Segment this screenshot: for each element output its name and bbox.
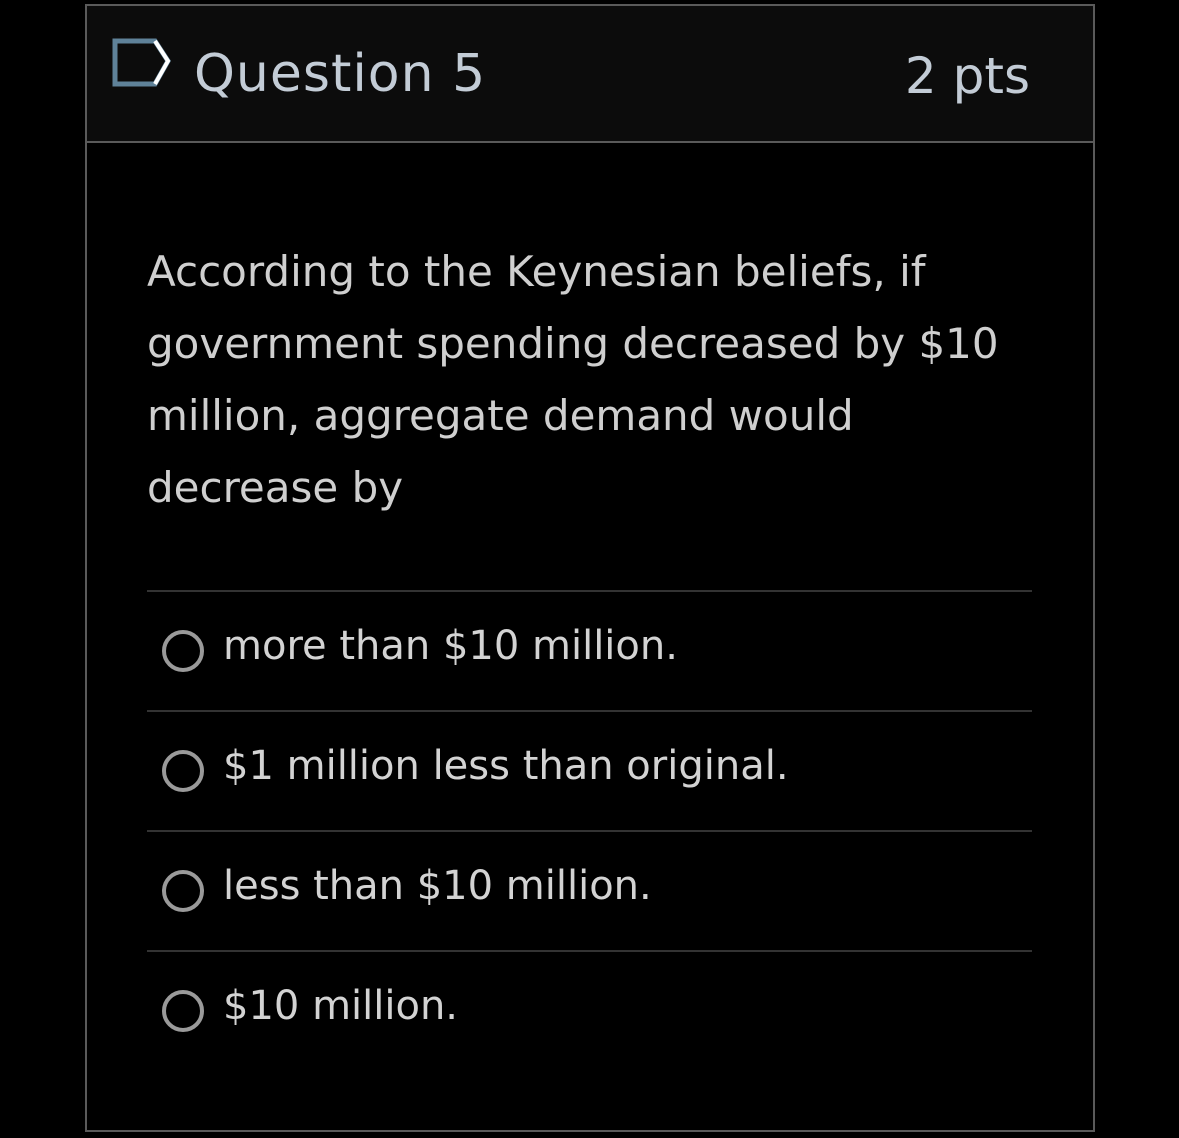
question-title: Question 5 — [194, 44, 487, 104]
answer-label[interactable]: more than $10 million. — [223, 623, 678, 669]
question-points: 2 pts — [904, 47, 1030, 105]
question-card: Question 5 2 pts According to the Keynes… — [85, 4, 1095, 1132]
answer-option[interactable]: more than $10 million. — [147, 590, 1032, 710]
question-text: According to the Keynesian beliefs, if g… — [147, 247, 999, 512]
answer-label[interactable]: $1 million less than original. — [223, 743, 789, 789]
flag-question-icon[interactable] — [111, 38, 173, 90]
answer-option[interactable]: $1 million less than original. — [147, 710, 1032, 830]
answer-option[interactable]: less than $10 million. — [147, 830, 1032, 950]
answer-label[interactable]: less than $10 million. — [223, 863, 652, 909]
answer-option[interactable]: $10 million. — [147, 950, 1032, 1070]
answer-list: more than $10 million. $1 million less t… — [147, 590, 1032, 1070]
question-header: Question 5 2 pts — [87, 6, 1093, 143]
radio-button-icon[interactable] — [162, 990, 204, 1032]
answer-label[interactable]: $10 million. — [223, 983, 458, 1029]
radio-button-icon[interactable] — [162, 750, 204, 792]
radio-button-icon[interactable] — [162, 630, 204, 672]
radio-button-icon[interactable] — [162, 870, 204, 912]
